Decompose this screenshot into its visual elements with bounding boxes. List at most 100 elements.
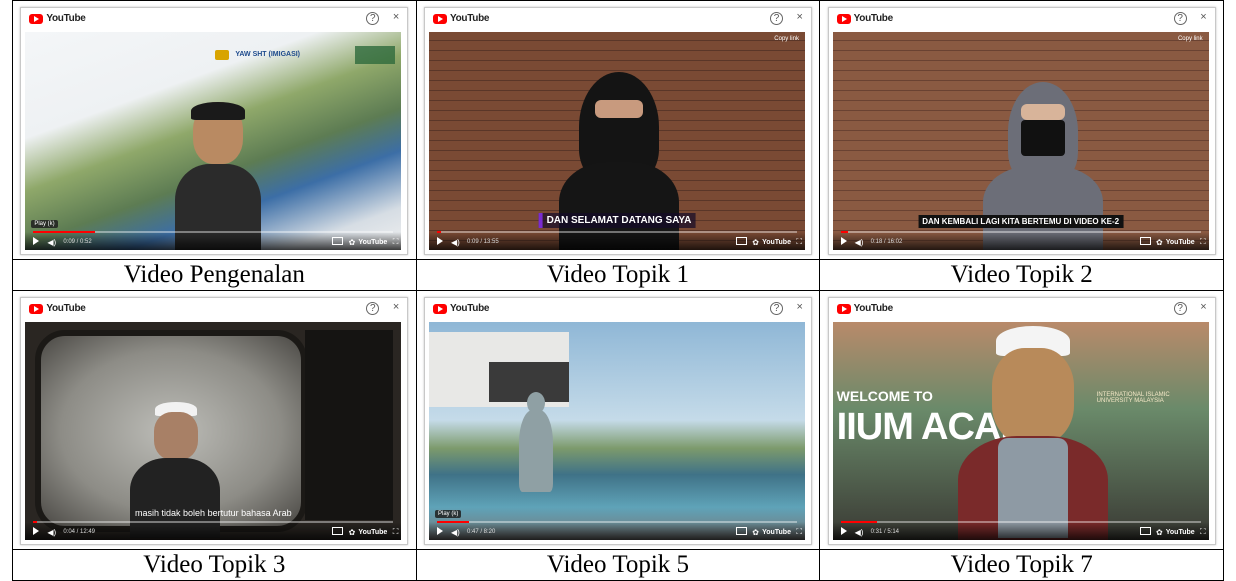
welcome-title: WELCOME TO (836, 388, 933, 404)
settings-icon[interactable]: ✿ (349, 528, 356, 537)
video-screen[interactable]: masih tidak boleh bertutur bahasa Arab ◀… (25, 322, 402, 540)
video-screen[interactable]: Play (k) ◀) 0:47 / 8:20 ✿ YouTube ⛶ (428, 322, 805, 540)
caption-topik-7: Video Topik 7 (819, 549, 1224, 581)
youtube-button[interactable]: YouTube (358, 239, 387, 246)
youtube-button[interactable]: YouTube (762, 239, 791, 246)
settings-icon[interactable]: ✿ (752, 238, 759, 247)
fullscreen-icon[interactable]: ⛶ (393, 527, 399, 537)
volume-icon[interactable]: ◀) (855, 238, 864, 247)
volume-icon[interactable]: ◀) (451, 238, 460, 247)
video-grid: YouTube ? × YAW SHT (IMIGASI) Play (k) ◀… (12, 0, 1224, 581)
fullscreen-icon[interactable]: ⛶ (393, 237, 399, 247)
captions-icon[interactable] (1139, 527, 1151, 535)
youtube-player-topik-3[interactable]: YouTube ? × masih tidak boleh bertutur b… (20, 297, 409, 545)
youtube-player-topik-5[interactable]: YouTube ? × Play (k) ◀) 0:47 / 8:20 ✿ Yo… (423, 297, 812, 545)
video-screen[interactable]: Copy link DAN KEMBALI LAGI KITA BERTEMU … (832, 32, 1209, 250)
play-icon[interactable] (436, 527, 443, 535)
fullscreen-icon[interactable]: ⛶ (1200, 237, 1206, 247)
cell-video-topik-1: YouTube ? × Copy link DAN SELAMAT DATANG… (415, 0, 821, 260)
settings-icon[interactable]: ✿ (1156, 238, 1163, 247)
progress-bar[interactable] (33, 231, 394, 233)
youtube-button[interactable]: YouTube (358, 529, 387, 536)
video-screen[interactable]: WELCOME TO IIUM ACAD INTERNATIONAL ISLAM… (832, 322, 1209, 540)
player-topbar: YouTube ? × (21, 8, 408, 30)
volume-icon[interactable]: ◀) (47, 238, 56, 247)
play-shortcut-hint: Play (k) (31, 220, 58, 228)
youtube-logo-icon[interactable]: YouTube (836, 303, 893, 314)
captions-icon[interactable] (735, 237, 747, 245)
cell-video-topik-5: YouTube ? × Play (k) ◀) 0:47 / 8:20 ✿ Yo… (415, 290, 821, 550)
progress-bar[interactable] (840, 521, 1201, 523)
help-icon[interactable]: ? (769, 12, 783, 25)
time-display: 0:04 / 12:49 (63, 529, 96, 535)
youtube-player-topik-7[interactable]: YouTube ? × WELCOME TO IIUM ACAD INTERNA… (827, 297, 1216, 545)
close-icon[interactable]: × (1200, 301, 1206, 313)
close-icon[interactable]: × (797, 301, 803, 313)
youtube-logo-icon[interactable]: YouTube (432, 13, 489, 24)
caption-pengenalan: Video Pengenalan (12, 259, 417, 291)
captions-icon[interactable] (1139, 237, 1151, 245)
youtube-logo-icon[interactable]: YouTube (836, 13, 893, 24)
caption-topik-2: Video Topik 2 (819, 259, 1224, 291)
settings-icon[interactable]: ✿ (752, 528, 759, 537)
subtitle-text: DAN KEMBALI LAGI KITA BERTEMU DI VIDEO K… (918, 215, 1124, 228)
time-display: 0:18 / 16:02 (870, 239, 903, 245)
youtube-logo-icon[interactable]: YouTube (29, 303, 86, 314)
presenter-figure (957, 326, 1108, 540)
help-icon[interactable]: ? (1173, 302, 1187, 315)
volume-icon[interactable]: ◀) (451, 528, 460, 537)
captions-icon[interactable] (332, 527, 344, 535)
progress-bar[interactable] (436, 231, 797, 233)
play-icon[interactable] (436, 237, 443, 245)
player-topbar: YouTube ? × (21, 298, 408, 320)
captions-icon[interactable] (332, 237, 344, 245)
close-icon[interactable]: × (393, 301, 399, 313)
header-banner: YAW SHT (IMIGASI) (235, 51, 301, 58)
volume-icon[interactable]: ◀) (47, 528, 56, 537)
fullscreen-icon[interactable]: ⛶ (1200, 527, 1206, 537)
help-icon[interactable]: ? (366, 12, 380, 25)
youtube-button[interactable]: YouTube (1166, 239, 1195, 246)
help-icon[interactable]: ? (366, 302, 380, 315)
play-icon[interactable] (840, 237, 847, 245)
time-display: 0:47 / 8:20 (466, 529, 496, 535)
youtube-button[interactable]: YouTube (762, 529, 791, 536)
progress-bar[interactable] (840, 231, 1201, 233)
play-icon[interactable] (33, 237, 40, 245)
video-screen[interactable]: Copy link DAN SELAMAT DATANG SAYA ◀) 0:0… (428, 32, 805, 250)
youtube-player-topik-1[interactable]: YouTube ? × Copy link DAN SELAMAT DATANG… (423, 7, 812, 255)
video-screen[interactable]: YAW SHT (IMIGASI) Play (k) ◀) 0:09 / 0:5… (25, 32, 402, 250)
copy-link-button[interactable]: Copy link (774, 36, 799, 42)
youtube-logo-icon[interactable]: YouTube (29, 13, 86, 24)
cell-video-pengenalan: YouTube ? × YAW SHT (IMIGASI) Play (k) ◀… (12, 0, 417, 260)
progress-bar[interactable] (33, 521, 394, 523)
youtube-player-pengenalan[interactable]: YouTube ? × YAW SHT (IMIGASI) Play (k) ◀… (20, 7, 409, 255)
youtube-button[interactable]: YouTube (1166, 529, 1195, 536)
player-topbar: YouTube ? × (828, 8, 1215, 30)
cell-video-topik-2: YouTube ? × Copy link DAN KEMBALI LAGI K… (819, 0, 1224, 260)
youtube-logo-icon[interactable]: YouTube (432, 303, 489, 314)
copy-link-button[interactable]: Copy link (1178, 36, 1203, 42)
player-topbar: YouTube ? × (424, 298, 811, 320)
settings-icon[interactable]: ✿ (349, 238, 356, 247)
youtube-player-topik-2[interactable]: YouTube ? × Copy link DAN KEMBALI LAGI K… (827, 7, 1216, 255)
captions-icon[interactable] (735, 527, 747, 535)
play-icon[interactable] (840, 527, 847, 535)
fullscreen-icon[interactable]: ⛶ (796, 237, 802, 247)
play-icon[interactable] (33, 527, 40, 535)
settings-icon[interactable]: ✿ (1156, 528, 1163, 537)
volume-icon[interactable]: ◀) (855, 528, 864, 537)
help-icon[interactable]: ? (769, 302, 783, 315)
progress-bar[interactable] (436, 521, 797, 523)
fullscreen-icon[interactable]: ⛶ (796, 527, 802, 537)
time-display: 0:31 / 5:14 (870, 529, 900, 535)
close-icon[interactable]: × (1200, 11, 1206, 23)
help-icon[interactable]: ? (1173, 12, 1187, 25)
close-icon[interactable]: × (797, 11, 803, 23)
subtitle-text: masih tidak boleh bertutur bahasa Arab (135, 508, 292, 518)
time-display: 0:09 / 0:52 (63, 239, 92, 245)
university-sign: INTERNATIONAL ISLAMIC UNIVERSITY MALAYSI… (1096, 392, 1170, 404)
caption-topik-1: Video Topik 1 (415, 259, 821, 291)
close-icon[interactable]: × (393, 11, 399, 23)
player-topbar: YouTube ? × (828, 298, 1215, 320)
